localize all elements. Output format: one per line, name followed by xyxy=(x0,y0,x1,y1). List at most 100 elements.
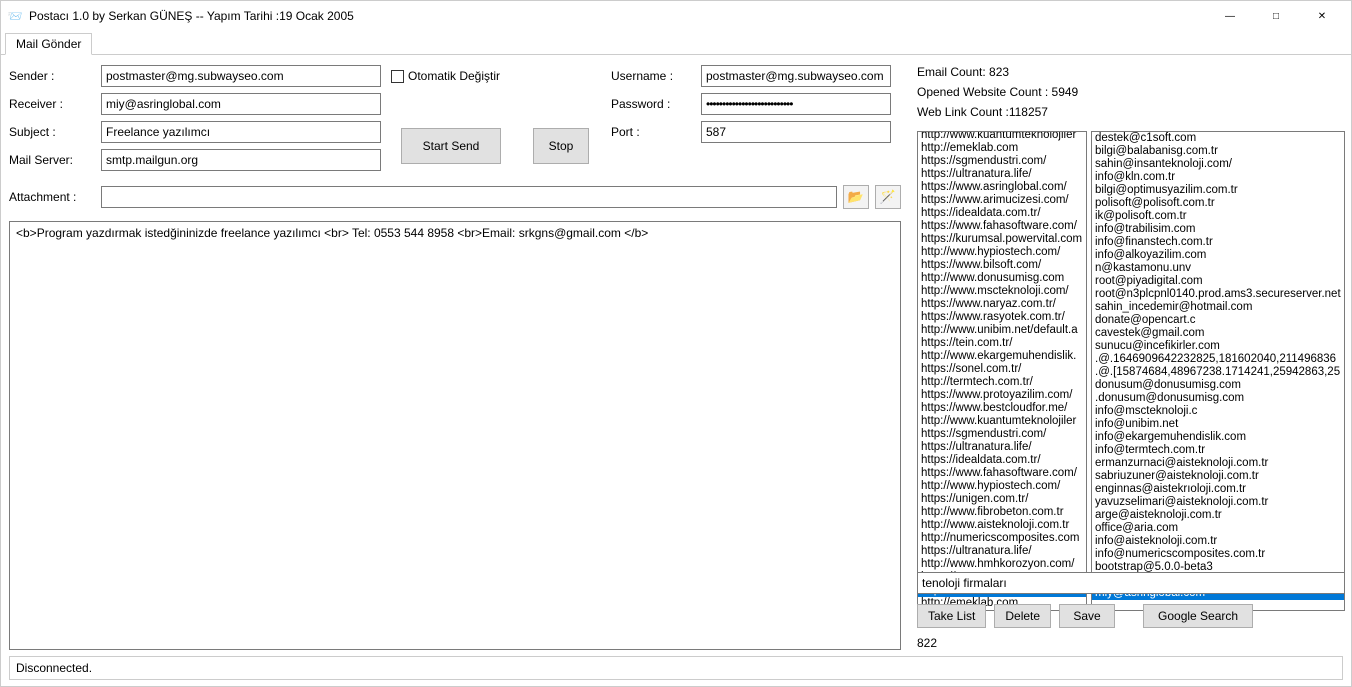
list-item[interactable]: https://www.asringlobal.com/ xyxy=(918,181,1086,194)
list-item[interactable]: bilgi@balabanisg.com.tr xyxy=(1092,145,1344,158)
tab-mail-gonder[interactable]: Mail Gönder xyxy=(5,33,92,55)
list-item[interactable]: info@kln.com.tr xyxy=(1092,171,1344,184)
list-item[interactable]: https://sgmendustri.com/ xyxy=(918,428,1086,441)
list-item[interactable]: info@termtech.com.tr xyxy=(1092,444,1344,457)
list-item[interactable]: https://www.naryaz.com.tr/ xyxy=(918,298,1086,311)
list-item[interactable]: root@n3plcpnl0140.prod.ams3.secureserver… xyxy=(1092,288,1344,301)
list-item[interactable]: cavestek@gmail.com xyxy=(1092,327,1344,340)
list-item[interactable]: info@unibim.net xyxy=(1092,418,1344,431)
list-item[interactable]: https://ultranatura.life/ xyxy=(918,441,1086,454)
mailserver-input[interactable] xyxy=(101,149,381,171)
list-item[interactable]: https://tein.com.tr/ xyxy=(918,337,1086,350)
delete-button[interactable]: Delete xyxy=(994,604,1051,628)
list-item[interactable]: http://www.unibim.net/default.a xyxy=(918,324,1086,337)
list-item[interactable]: http://www.hypiostech.com/ xyxy=(918,246,1086,259)
list-item[interactable]: enginnas@aistekrıoloji.com.tr xyxy=(1092,483,1344,496)
status-text: Disconnected. xyxy=(16,661,92,675)
list-item[interactable]: http://termtech.com.tr/ xyxy=(918,376,1086,389)
list-item[interactable]: http://www.aisteknoloji.com.tr xyxy=(918,519,1086,532)
list-item[interactable]: .donusum@donusumisg.com xyxy=(1092,392,1344,405)
email-listbox[interactable]: destek@c1soft.combilgi@balabanisg.com.tr… xyxy=(1091,131,1345,611)
footer-count: 822 xyxy=(917,636,1345,650)
list-item[interactable]: https://www.fahasoftware.com/ xyxy=(918,467,1086,480)
list-item[interactable]: office@aria.com xyxy=(1092,522,1344,535)
attachment-clear-button[interactable]: 🪄 xyxy=(875,185,901,209)
subject-input[interactable] xyxy=(101,121,381,143)
password-input[interactable] xyxy=(701,93,891,115)
list-item[interactable]: donate@opencart.c xyxy=(1092,314,1344,327)
list-item[interactable]: n@kastamonu.unv xyxy=(1092,262,1344,275)
list-item[interactable]: https://www.bestcloudfor.me/ xyxy=(918,402,1086,415)
list-item[interactable]: https://kurumsal.powervital.com xyxy=(918,233,1086,246)
stop-button[interactable]: Stop xyxy=(533,128,589,164)
list-item[interactable]: https://sonel.com.tr/ xyxy=(918,363,1086,376)
list-item[interactable]: .@.1646909642232825,181602040,211496836 xyxy=(1092,353,1344,366)
list-item[interactable]: sahin_incedemir@hotmail.com xyxy=(1092,301,1344,314)
maximize-button[interactable]: □ xyxy=(1253,1,1299,31)
list-item[interactable]: https://www.rasyotek.com.tr/ xyxy=(918,311,1086,324)
message-body[interactable]: <b>Program yazdırmak istedğininizde free… xyxy=(9,221,901,650)
list-item[interactable]: https://idealdata.com.tr/ xyxy=(918,207,1086,220)
subject-label: Subject : xyxy=(9,125,101,139)
list-item[interactable]: polisoft@polisoft.com.tr xyxy=(1092,197,1344,210)
list-item[interactable]: info@numericscomposites.com.tr xyxy=(1092,548,1344,561)
list-item[interactable]: info@mscteknoloji.c xyxy=(1092,405,1344,418)
port-input[interactable] xyxy=(701,121,891,143)
list-item[interactable]: donusum@donusumisg.com xyxy=(1092,379,1344,392)
list-item[interactable]: https://www.arimucizesi.com/ xyxy=(918,194,1086,207)
list-item[interactable]: arge@aisteknoloji.com.tr xyxy=(1092,509,1344,522)
list-item[interactable]: https://ultranatura.life/ xyxy=(918,545,1086,558)
list-item[interactable]: https://www.protoyazilim.com/ xyxy=(918,389,1086,402)
list-item[interactable]: destek@c1soft.com xyxy=(1092,132,1344,145)
close-button[interactable]: ✕ xyxy=(1299,1,1345,31)
list-item[interactable]: info@ekargemuhendislik.com xyxy=(1092,431,1344,444)
otomatik-checkbox[interactable]: Otomatik Değiştir xyxy=(391,69,511,83)
list-item[interactable]: sunucu@incefikirler.com xyxy=(1092,340,1344,353)
list-item[interactable]: https://unigen.com.tr/ xyxy=(918,493,1086,506)
list-item[interactable]: sabriuzuner@aisteknoloji.com.tr xyxy=(1092,470,1344,483)
list-item[interactable]: https://www.fahasoftware.com/ xyxy=(918,220,1086,233)
list-item[interactable]: http://www.donusumisg.com xyxy=(918,272,1086,285)
sender-input[interactable] xyxy=(101,65,381,87)
list-item[interactable]: ik@polisoft.com.tr xyxy=(1092,210,1344,223)
list-item[interactable]: http://www.ekargemuhendislik. xyxy=(918,350,1086,363)
app-icon: 📨 xyxy=(7,8,23,24)
receiver-input[interactable] xyxy=(101,93,381,115)
list-item[interactable]: http://www.mscteknoloji.com/ xyxy=(918,285,1086,298)
list-item[interactable]: https://www.bilsoft.com/ xyxy=(918,259,1086,272)
website-count-label: Opened Website Count : 5949 xyxy=(917,85,1345,99)
list-item[interactable]: http://www.hmhkorozyon.com/ xyxy=(918,558,1086,571)
list-item[interactable]: http://www.kuantumteknolojiler xyxy=(918,415,1086,428)
minimize-button[interactable]: — xyxy=(1207,1,1253,31)
list-item[interactable]: http://numericscomposites.com xyxy=(918,532,1086,545)
list-item[interactable]: ermanzurnaci@aisteknoloji.com.tr xyxy=(1092,457,1344,470)
list-item[interactable]: http://emeklab.com xyxy=(918,142,1086,155)
list-item[interactable]: http://www.fibrobeton.com.tr xyxy=(918,506,1086,519)
attachment-input[interactable] xyxy=(101,186,837,208)
list-item[interactable]: info@aisteknoloji.com.tr xyxy=(1092,535,1344,548)
list-item[interactable]: https://sgmendustri.com/ xyxy=(918,155,1086,168)
list-item[interactable]: .@.[15874684,48967238.1714241,25942863,2… xyxy=(1092,366,1344,379)
take-list-button[interactable]: Take List xyxy=(917,604,986,628)
google-search-button[interactable]: Google Search xyxy=(1143,604,1253,628)
list-item[interactable]: info@trabilisim.com xyxy=(1092,223,1344,236)
save-button[interactable]: Save xyxy=(1059,604,1115,628)
list-item[interactable]: root@piyadigital.com xyxy=(1092,275,1344,288)
search-input[interactable] xyxy=(917,572,1345,594)
wand-icon: 🪄 xyxy=(880,189,896,205)
list-item[interactable]: https://ultranatura.life/ xyxy=(918,168,1086,181)
url-listbox[interactable]: http://www.kuantumteknolojilerhttp://eme… xyxy=(917,131,1087,611)
list-item[interactable]: yavuzselimari@aisteknoloji.com.tr xyxy=(1092,496,1344,509)
list-item[interactable]: info@finanstech.com.tr xyxy=(1092,236,1344,249)
mailserver-label: Mail Server: xyxy=(9,153,101,167)
start-send-button[interactable]: Start Send xyxy=(401,128,501,164)
attachment-browse-button[interactable]: 📂 xyxy=(843,185,869,209)
list-item[interactable]: http://www.hypiostech.com/ xyxy=(918,480,1086,493)
list-item[interactable]: http://www.kuantumteknolojiler xyxy=(918,131,1086,142)
username-input[interactable] xyxy=(701,65,891,87)
weblink-count-label: Web Link Count :118257 xyxy=(917,105,1345,119)
list-item[interactable]: sahin@insanteknoloji.com/ xyxy=(1092,158,1344,171)
list-item[interactable]: info@alkoyazilim.com xyxy=(1092,249,1344,262)
list-item[interactable]: https://idealdata.com.tr/ xyxy=(918,454,1086,467)
list-item[interactable]: bilgi@optimusyazilim.com.tr xyxy=(1092,184,1344,197)
